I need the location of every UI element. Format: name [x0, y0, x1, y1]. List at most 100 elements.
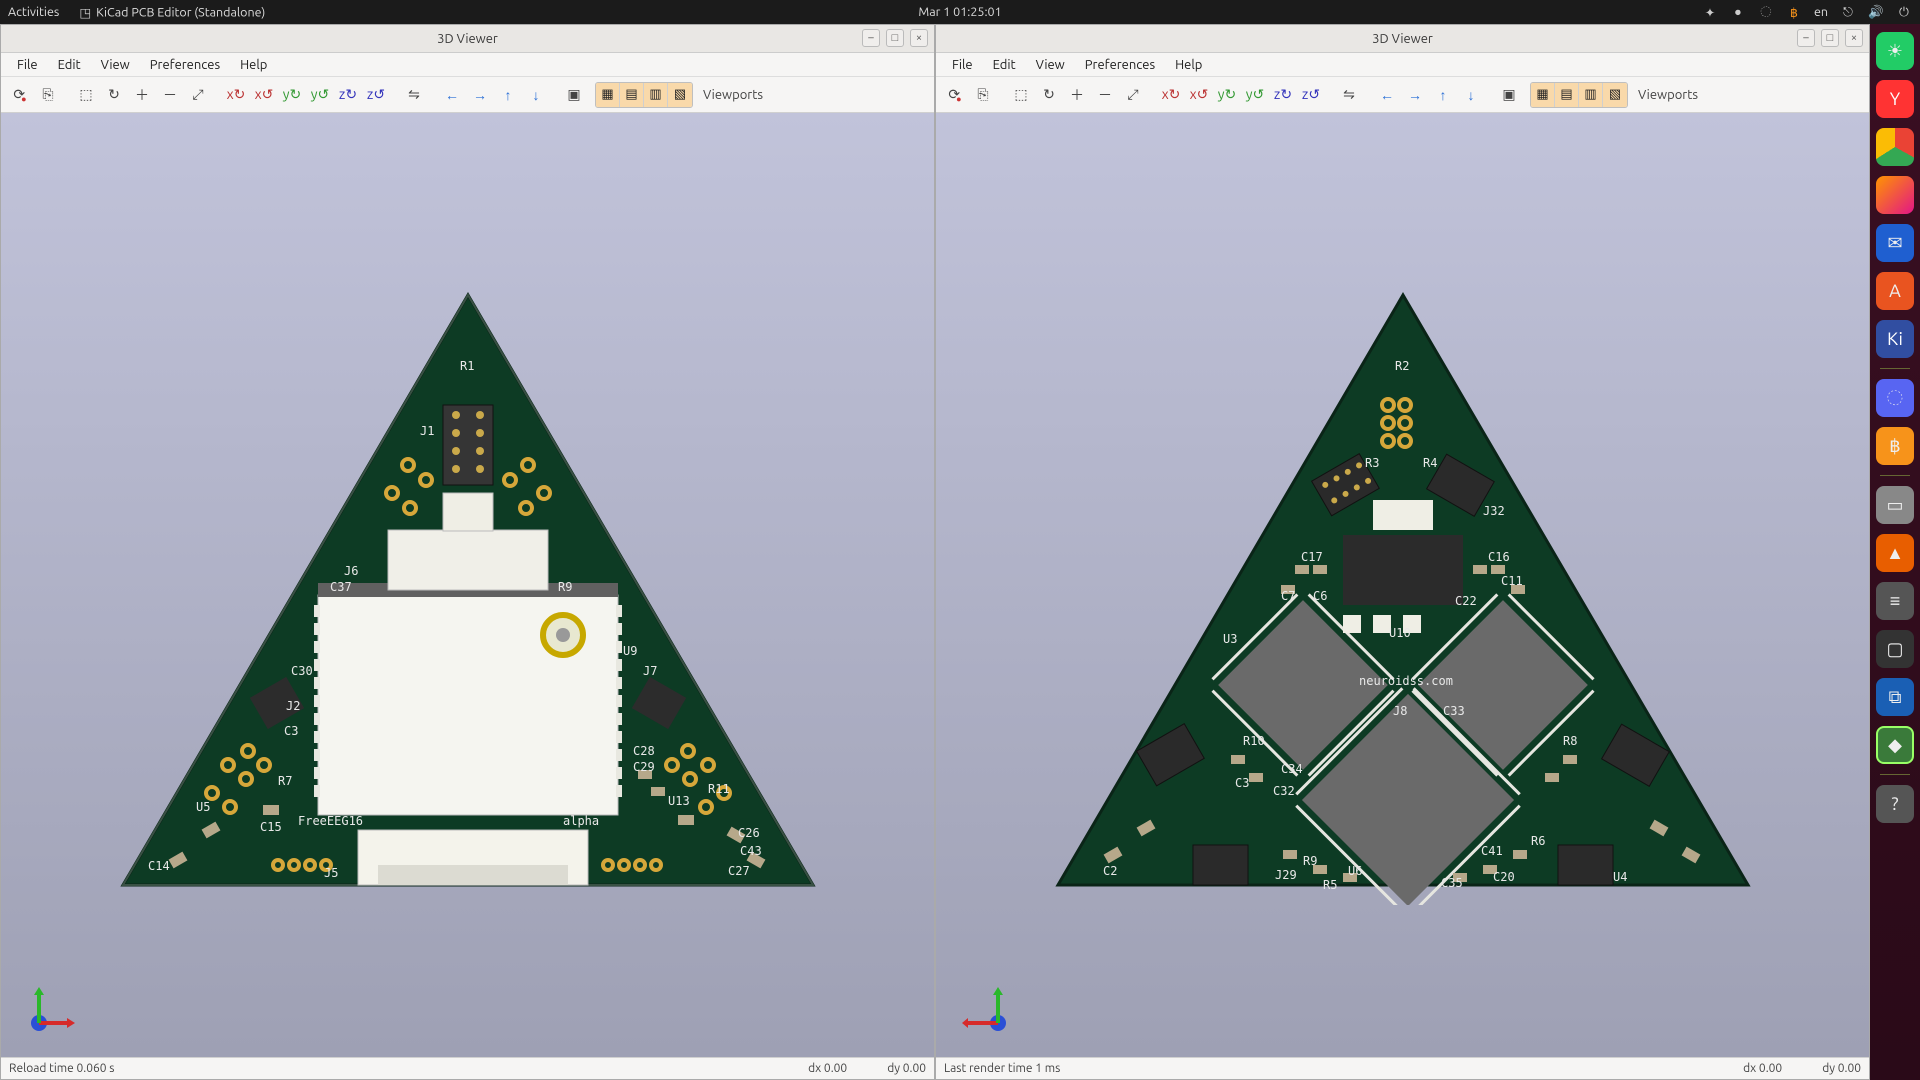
flip-board-button[interactable]: ⇋	[1336, 82, 1362, 108]
copy-image-button[interactable]: ⎘	[970, 82, 996, 108]
active-app-indicator[interactable]: ◳ KiCad PCB Editor (Standalone)	[77, 4, 265, 20]
svg-text:C43: C43	[740, 844, 762, 858]
refresh-button[interactable]: ↻	[1036, 82, 1062, 108]
dock-icon-bitcoin[interactable]: ฿	[1876, 427, 1914, 465]
toggle-tht-models[interactable]: ▦	[1531, 83, 1555, 107]
rotate-x-ccw-button[interactable]: x↺	[251, 82, 277, 108]
svg-text:R1: R1	[460, 359, 474, 373]
dock-icon-kicad-3dviewer[interactable]: ◆	[1876, 726, 1914, 764]
rotate-y-cw-button[interactable]: y↻	[1214, 82, 1240, 108]
pan-up-button[interactable]: ↑	[495, 82, 521, 108]
toggle-bbox-models[interactable]: ▧	[1603, 83, 1627, 107]
flip-board-button[interactable]: ⇋	[401, 82, 427, 108]
dock-icon-kicad[interactable]: Ki	[1876, 320, 1914, 358]
clock[interactable]: Mar 1 01:25:01	[918, 5, 1001, 19]
rotate-y-cw-button[interactable]: y↻	[279, 82, 305, 108]
zoom-in-button[interactable]: ＋	[1064, 82, 1090, 108]
dock-icon-firefox[interactable]	[1876, 176, 1914, 214]
menu-edit[interactable]: Edit	[50, 56, 89, 74]
toggle-virtual-models[interactable]: ▥	[1579, 83, 1603, 107]
svg-text:FreeEEG16: FreeEEG16	[298, 814, 363, 828]
pan-left-button[interactable]: ←	[1374, 82, 1400, 108]
menu-preferences[interactable]: Preferences	[1077, 56, 1163, 74]
dock-icon-editor[interactable]: ≡	[1876, 582, 1914, 620]
zoom-out-button[interactable]: －	[1092, 82, 1118, 108]
titlebar[interactable]: 3D Viewer – □ ×	[936, 25, 1869, 53]
volume-icon[interactable]: 🔊	[1868, 4, 1884, 20]
menu-file[interactable]: File	[9, 56, 46, 74]
maximize-button[interactable]: □	[1821, 29, 1839, 47]
reload-board-button[interactable]: ⟳●	[942, 82, 968, 108]
network-icon[interactable]: ⎋	[1840, 4, 1856, 20]
tray-icon-bitcoin[interactable]: ฿	[1786, 4, 1802, 20]
dock-icon-thunderbird[interactable]: ✉	[1876, 224, 1914, 262]
dock-icon-files[interactable]: ▭	[1876, 486, 1914, 524]
ortho-toggle-button[interactable]: ▣	[1496, 82, 1522, 108]
svg-text:C14: C14	[148, 859, 170, 873]
dock-icon-unknown[interactable]: ?	[1876, 785, 1914, 823]
dock-icon-vlc[interactable]: ▲	[1876, 534, 1914, 572]
viewports-label[interactable]: Viewports	[703, 88, 763, 102]
refresh-button[interactable]: ↻	[101, 82, 127, 108]
toggle-tht-models[interactable]: ▦	[596, 83, 620, 107]
power-icon[interactable]: ⏻	[1896, 4, 1912, 20]
minimize-button[interactable]: –	[1797, 29, 1815, 47]
dock-icon-virtualbox[interactable]: ⧉	[1876, 678, 1914, 716]
pan-up-button[interactable]: ↑	[1430, 82, 1456, 108]
dock-icon-terminal[interactable]: ▢	[1876, 630, 1914, 668]
ortho-toggle-button[interactable]: ▣	[561, 82, 587, 108]
toggle-bbox-models[interactable]: ▧	[668, 83, 692, 107]
close-button[interactable]: ×	[910, 29, 928, 47]
rotate-y-ccw-button[interactable]: y↺	[1242, 82, 1268, 108]
toggle-virtual-models[interactable]: ▥	[644, 83, 668, 107]
toggle-smd-models[interactable]: ▤	[620, 83, 644, 107]
dock-icon-discord[interactable]: ◌	[1876, 379, 1914, 417]
pan-left-button[interactable]: ←	[439, 82, 465, 108]
rotate-x-ccw-button[interactable]: x↺	[1186, 82, 1212, 108]
rotate-z-cw-button[interactable]: z↻	[1270, 82, 1296, 108]
isometric-view-button[interactable]: ⬚	[73, 82, 99, 108]
minimize-button[interactable]: –	[862, 29, 880, 47]
rotate-z-cw-button[interactable]: z↻	[335, 82, 361, 108]
rotate-x-cw-button[interactable]: x↻	[1158, 82, 1184, 108]
zoom-out-button[interactable]: －	[157, 82, 183, 108]
tray-icon-extension[interactable]: ✦	[1702, 4, 1718, 20]
pcb-front-render: R1 J1 J6 C37 R9 U9 J7 J2 C30 C3 R7 U5 C1…	[108, 265, 828, 905]
maximize-button[interactable]: □	[886, 29, 904, 47]
dock-icon-yandex[interactable]: Y	[1876, 80, 1914, 118]
titlebar[interactable]: 3D Viewer – □ ×	[1, 25, 934, 53]
menu-help[interactable]: Help	[1167, 56, 1210, 74]
3d-canvas[interactable]: R2 R3 R4 J32 C17 C16 C11 C7 C6 C22 U10 U…	[936, 113, 1869, 1057]
rotate-x-cw-button[interactable]: x↻	[223, 82, 249, 108]
dock-icon-chrome[interactable]	[1876, 128, 1914, 166]
zoom-fit-button[interactable]: ⤢	[185, 82, 211, 108]
viewports-label[interactable]: Viewports	[1638, 88, 1698, 102]
isometric-view-button[interactable]: ⬚	[1008, 82, 1034, 108]
rotate-z-ccw-button[interactable]: z↺	[1298, 82, 1324, 108]
pan-right-button[interactable]: →	[467, 82, 493, 108]
copy-image-button[interactable]: ⎘	[35, 82, 61, 108]
reload-board-button[interactable]: ⟳●	[7, 82, 33, 108]
tray-icon-weather[interactable]: ●	[1730, 4, 1746, 20]
keyboard-lang-indicator[interactable]: en	[1814, 5, 1828, 19]
dock-icon-weather[interactable]: ☀	[1876, 32, 1914, 70]
tray-icon-discord[interactable]: ◌	[1758, 4, 1774, 20]
menu-view[interactable]: View	[1028, 56, 1073, 74]
activities-button[interactable]: Activities	[8, 5, 59, 19]
menu-preferences[interactable]: Preferences	[142, 56, 228, 74]
zoom-in-button[interactable]: ＋	[129, 82, 155, 108]
pan-right-button[interactable]: →	[1402, 82, 1428, 108]
menu-view[interactable]: View	[93, 56, 138, 74]
3d-canvas[interactable]: R1 J1 J6 C37 R9 U9 J7 J2 C30 C3 R7 U5 C1…	[1, 113, 934, 1057]
menu-edit[interactable]: Edit	[985, 56, 1024, 74]
zoom-fit-button[interactable]: ⤢	[1120, 82, 1146, 108]
menu-help[interactable]: Help	[232, 56, 275, 74]
toggle-smd-models[interactable]: ▤	[1555, 83, 1579, 107]
pan-down-button[interactable]: ↓	[1458, 82, 1484, 108]
close-button[interactable]: ×	[1845, 29, 1863, 47]
dock-icon-store[interactable]: A	[1876, 272, 1914, 310]
rotate-y-ccw-button[interactable]: y↺	[307, 82, 333, 108]
pan-down-button[interactable]: ↓	[523, 82, 549, 108]
menu-file[interactable]: File	[944, 56, 981, 74]
rotate-z-ccw-button[interactable]: z↺	[363, 82, 389, 108]
